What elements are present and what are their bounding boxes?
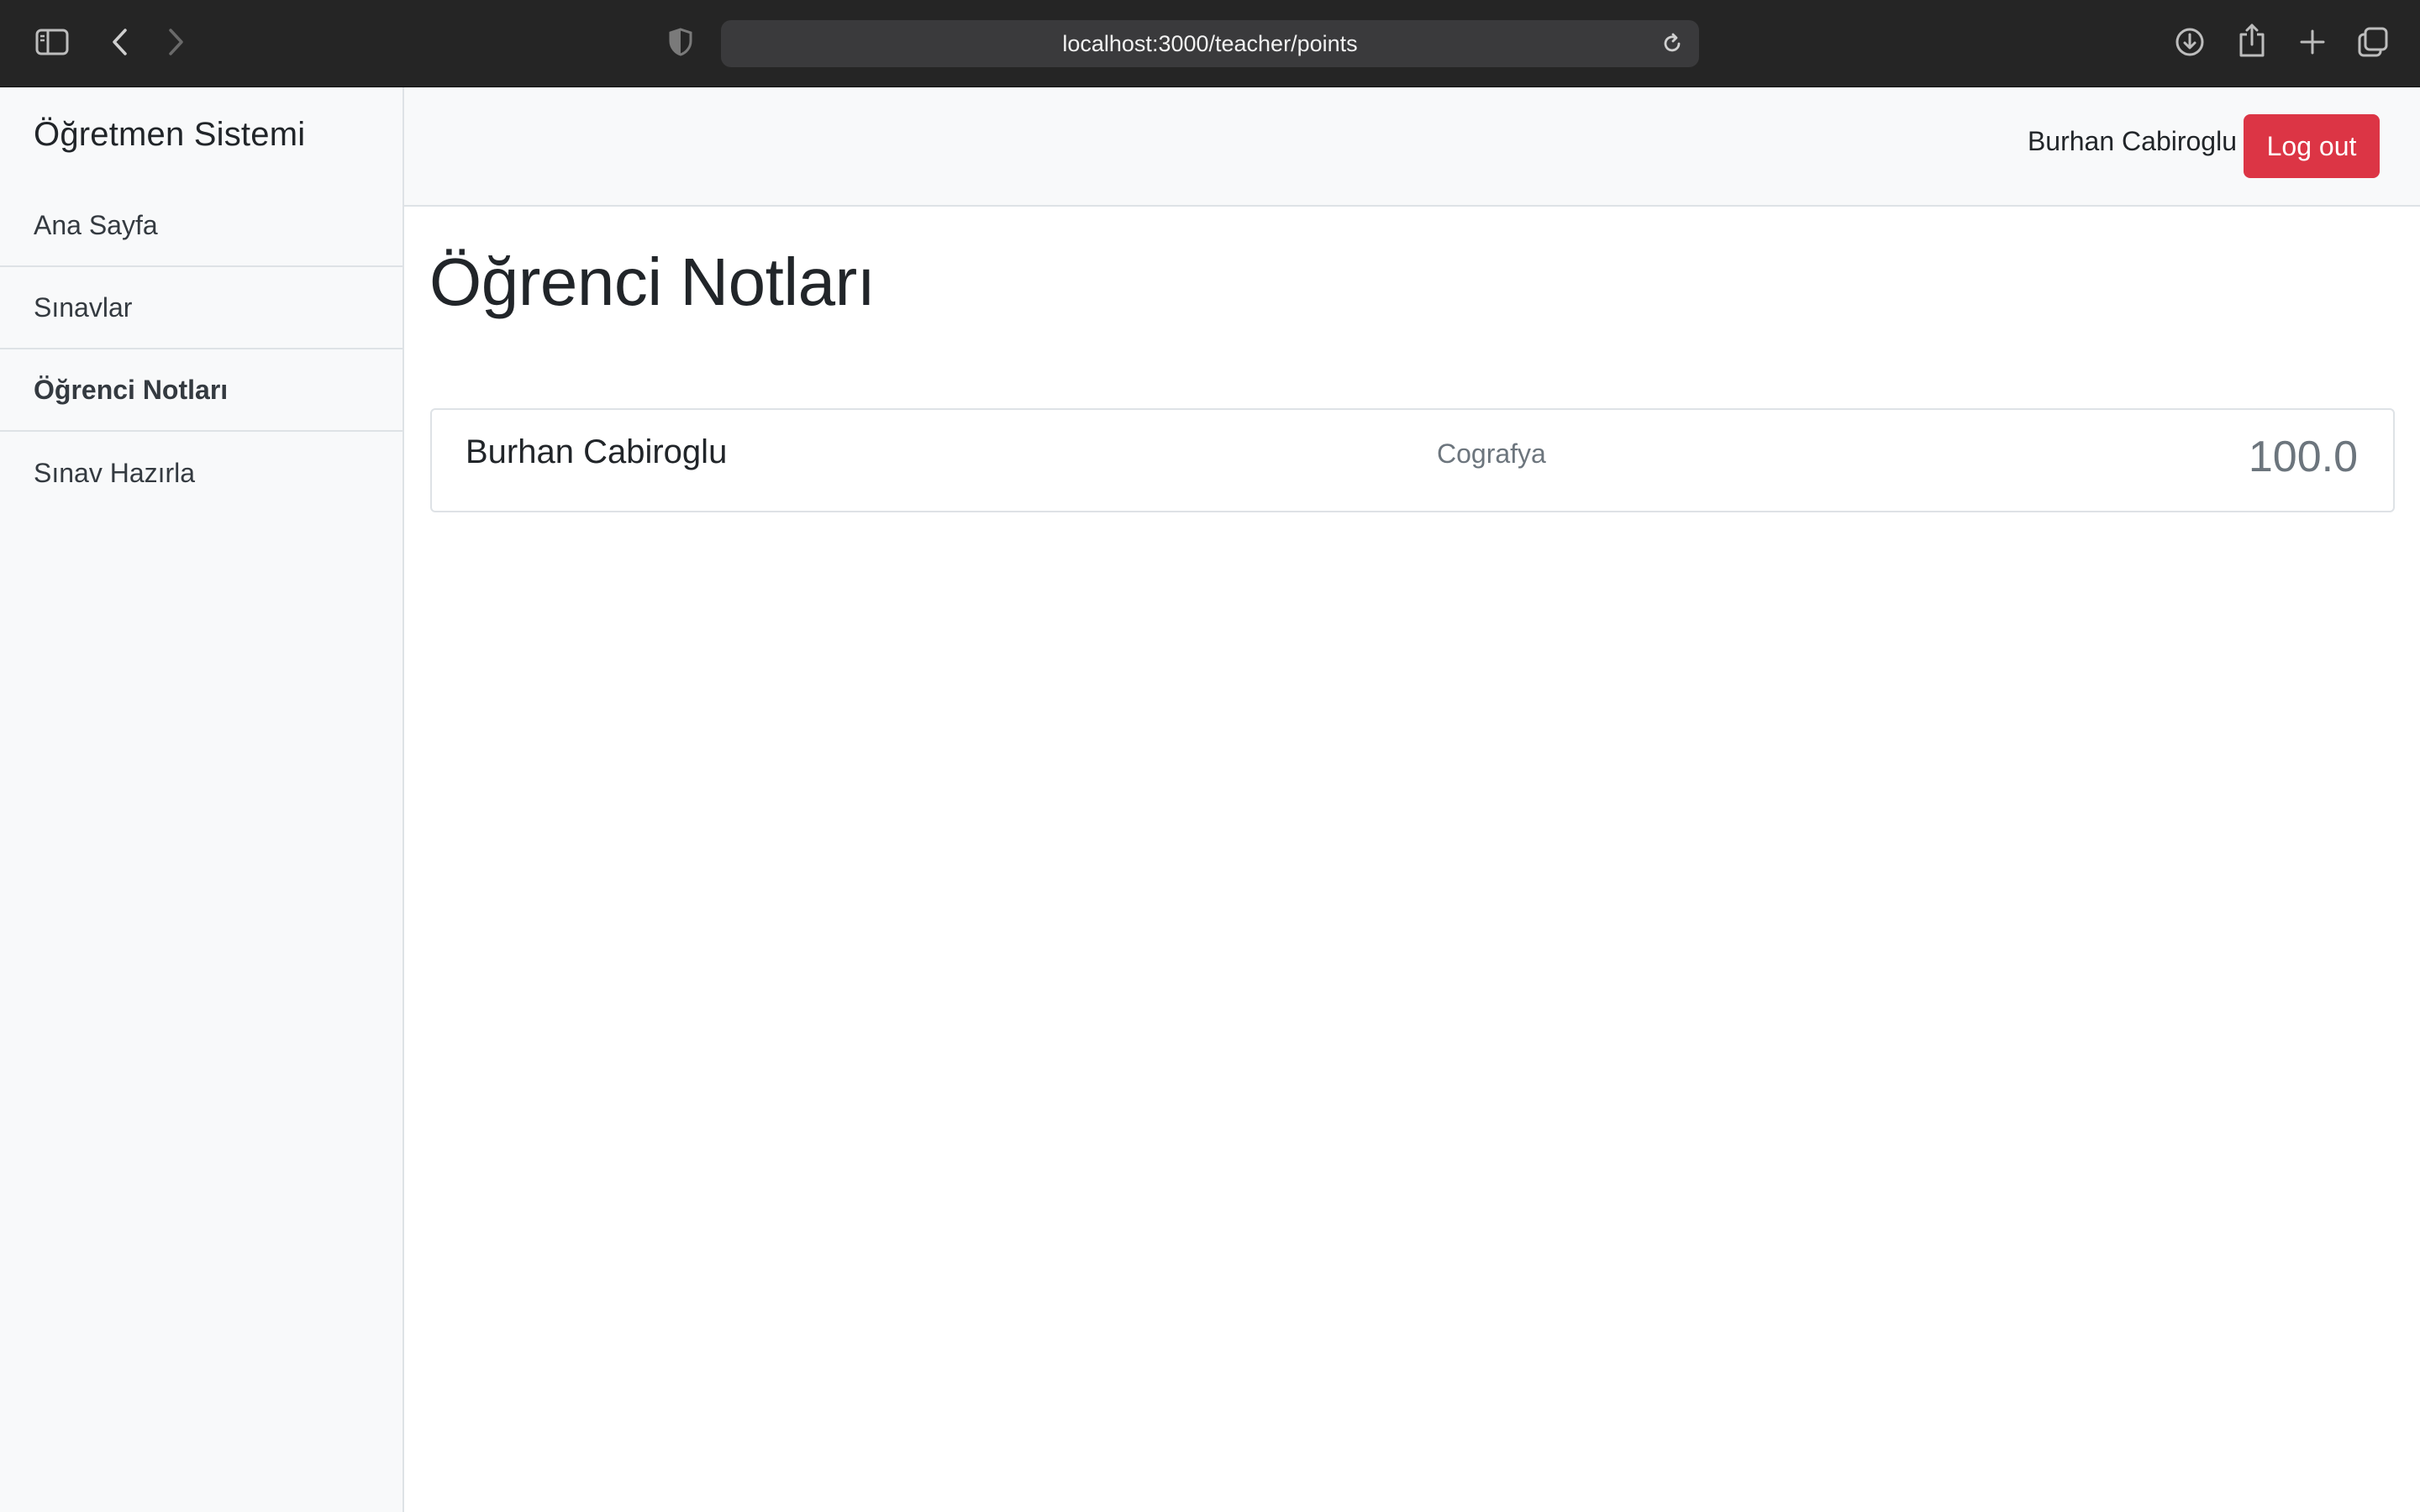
address-bar[interactable]: localhost:3000/teacher/points: [721, 20, 1699, 67]
tab-overview-icon[interactable]: [2356, 25, 2390, 59]
grade-list-item: Burhan Cabiroglu Cografya 100.0: [430, 408, 2395, 512]
page-title: Öğrenci Notları: [429, 244, 876, 319]
forward-arrow-icon[interactable]: [161, 24, 192, 60]
sidebar-item-ogrenci-notlari[interactable]: Öğrenci Notları: [0, 349, 402, 432]
student-name: Burhan Cabiroglu: [466, 433, 728, 470]
share-icon[interactable]: [2235, 22, 2269, 59]
browser-toolbar: localhost:3000/teacher/points: [0, 0, 2420, 87]
reload-icon[interactable]: [1659, 30, 1686, 57]
sidebar-item-sinavlar[interactable]: Sınavlar: [0, 267, 402, 349]
downloads-icon[interactable]: [2173, 25, 2207, 59]
logout-button[interactable]: Log out: [2244, 114, 2380, 178]
sidebar: Öğretmen Sistemi Ana Sayfa Sınavlar Öğre…: [0, 87, 404, 1512]
brand-title[interactable]: Öğretmen Sistemi: [34, 116, 305, 154]
privacy-shield-icon[interactable]: [666, 25, 696, 59]
back-arrow-icon[interactable]: [104, 24, 134, 60]
current-user-name: Burhan Cabiroglu: [2027, 126, 2237, 156]
new-tab-plus-icon[interactable]: [2296, 25, 2329, 59]
sidebar-item-sinav-hazirla[interactable]: Sınav Hazırla: [0, 432, 402, 514]
subject-name: Cografya: [1437, 438, 1546, 469]
top-navbar: Burhan Cabiroglu Log out: [404, 87, 2420, 207]
url-text: localhost:3000/teacher/points: [1062, 30, 1358, 56]
grade-score: 100.0: [2248, 433, 2358, 481]
sidebar-nav: Ana Sayfa Sınavlar Öğrenci Notları Sınav…: [0, 185, 402, 514]
sidebar-toggle-icon[interactable]: [32, 25, 72, 59]
sidebar-item-ana-sayfa[interactable]: Ana Sayfa: [0, 185, 402, 267]
